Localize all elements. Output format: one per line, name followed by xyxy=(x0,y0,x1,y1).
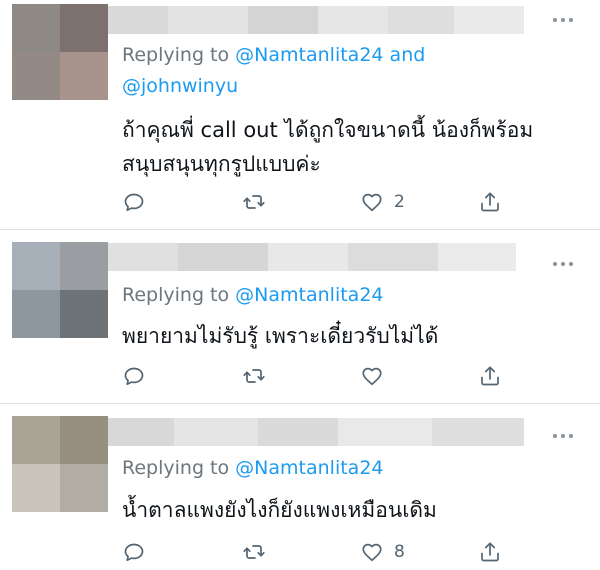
blur-block xyxy=(178,243,268,271)
dot xyxy=(553,18,557,22)
share-icon xyxy=(478,190,502,214)
more-icon[interactable] xyxy=(553,262,573,266)
blur-block xyxy=(108,6,168,34)
like-count: 2 xyxy=(394,192,405,212)
blur-block xyxy=(268,243,348,271)
reply-icon xyxy=(122,190,146,214)
mention-link[interactable]: @Namtanlita24 xyxy=(235,44,383,66)
blurred-username[interactable] xyxy=(108,6,524,34)
like-button[interactable] xyxy=(360,364,394,388)
blur-block xyxy=(388,6,454,34)
tweet-1[interactable]: Replying to @Namtanlita24 and @johnwinyu… xyxy=(0,0,600,228)
avatar-pixel xyxy=(12,416,60,464)
retweet-button[interactable] xyxy=(242,540,266,564)
dot xyxy=(569,262,573,266)
avatar-pixel xyxy=(60,242,108,290)
avatar-pixel xyxy=(60,416,108,464)
tweet-2[interactable]: Replying to @Namtanlita24 พยายามไม่รับรู… xyxy=(0,230,600,402)
avatar-pixel xyxy=(60,52,108,100)
share-button[interactable] xyxy=(478,364,502,388)
blurred-username[interactable] xyxy=(108,418,524,446)
avatar-pixel xyxy=(60,4,108,52)
tweet-text-line: ถ้าคุณพี่ call out ได้ถูกใจขนาดนี้ น้องก… xyxy=(122,118,534,142)
reply-icon xyxy=(122,364,146,388)
reply-button[interactable] xyxy=(122,364,146,388)
blur-block xyxy=(258,418,338,446)
like-icon xyxy=(360,540,384,564)
dot xyxy=(553,434,557,438)
more-icon[interactable] xyxy=(553,18,573,22)
avatar-pixel xyxy=(12,4,60,52)
like-count: 8 xyxy=(394,542,405,562)
share-icon xyxy=(478,540,502,564)
reply-button[interactable] xyxy=(122,540,146,564)
share-button[interactable] xyxy=(478,540,502,564)
reply-join-text: and xyxy=(389,44,426,66)
replying-to-label: Replying to xyxy=(122,457,230,479)
tweet-text-line: พยายามไม่รับรู้ เพราะเดี๋ยวรับไม่ได้ xyxy=(122,324,439,348)
blur-block xyxy=(108,418,174,446)
blur-block xyxy=(108,243,178,271)
blur-block xyxy=(338,418,432,446)
blur-block xyxy=(348,243,438,271)
tweet-text-line: สนุบสนุนทุกรูปแบบค่ะ xyxy=(122,152,321,176)
retweet-button[interactable] xyxy=(242,364,266,388)
like-icon xyxy=(360,190,384,214)
share-button[interactable] xyxy=(478,190,502,214)
dot xyxy=(569,434,573,438)
avatar-pixel xyxy=(12,52,60,100)
replying-to-line: Replying to @Namtanlita24 xyxy=(122,455,384,482)
retweet-icon xyxy=(242,364,266,388)
blur-block xyxy=(248,6,318,34)
avatar-pixel xyxy=(12,464,60,512)
retweet-icon xyxy=(242,540,266,564)
replying-to-line-2: @johnwinyu xyxy=(122,73,238,100)
mention-link[interactable]: @Namtanlita24 xyxy=(235,284,383,306)
avatar-pixel xyxy=(60,464,108,512)
blur-block xyxy=(432,418,524,446)
replying-to-label: Replying to xyxy=(122,284,230,306)
blur-block xyxy=(454,6,524,34)
share-icon xyxy=(478,364,502,388)
avatar-pixel xyxy=(60,290,108,338)
blur-block xyxy=(174,418,258,446)
blurred-username[interactable] xyxy=(108,243,516,271)
avatar-pixel xyxy=(12,242,60,290)
more-icon[interactable] xyxy=(553,434,573,438)
mention-link[interactable]: @Namtanlita24 xyxy=(235,457,383,479)
reply-button[interactable] xyxy=(122,190,146,214)
avatar-pixel xyxy=(12,290,60,338)
blur-block xyxy=(318,6,388,34)
avatar[interactable] xyxy=(12,4,108,100)
retweet-icon xyxy=(242,190,266,214)
blur-block xyxy=(168,6,248,34)
like-icon xyxy=(360,364,384,388)
replying-to-line: Replying to @Namtanlita24 and xyxy=(122,42,425,69)
dot xyxy=(569,18,573,22)
replying-to-line: Replying to @Namtanlita24 xyxy=(122,282,384,309)
tweet-3[interactable]: Replying to @Namtanlita24 น้ำตาลแพงยังไง… xyxy=(0,404,600,570)
reply-icon xyxy=(122,540,146,564)
retweet-button[interactable] xyxy=(242,190,266,214)
like-button[interactable]: 8 xyxy=(360,540,405,564)
like-button[interactable]: 2 xyxy=(360,190,405,214)
replying-to-label: Replying to xyxy=(122,44,230,66)
tweet-text-line: น้ำตาลแพงยังไงก็ยังแพงเหมือนเดิม xyxy=(122,498,437,522)
dot xyxy=(553,262,557,266)
avatar[interactable] xyxy=(12,416,108,512)
dot xyxy=(561,18,565,22)
blur-block xyxy=(438,243,516,271)
dot xyxy=(561,262,565,266)
mention-link[interactable]: @johnwinyu xyxy=(122,75,238,97)
dot xyxy=(561,434,565,438)
avatar[interactable] xyxy=(12,242,108,338)
